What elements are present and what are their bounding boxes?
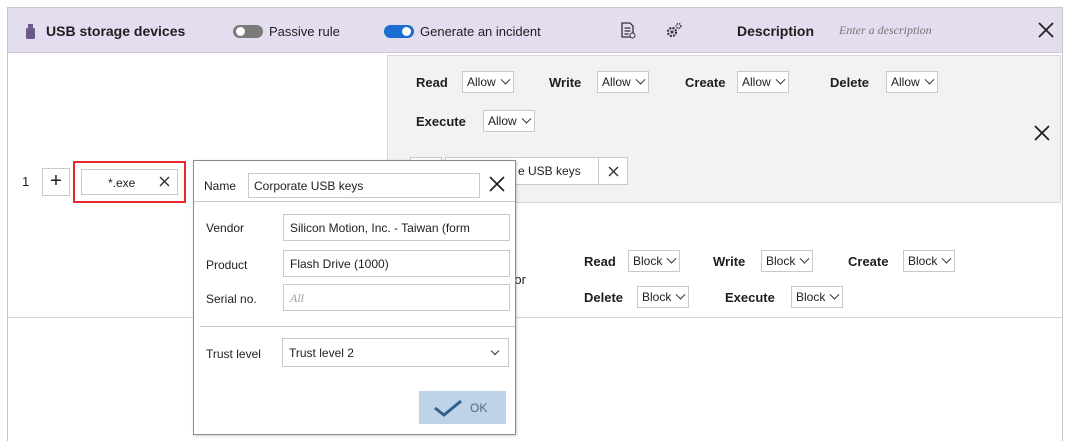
vendor-input[interactable]: Silicon Motion, Inc. - Taiwan (form	[283, 214, 510, 241]
rule-header: USB storage devices Passive rule Generat…	[8, 8, 1062, 53]
default-write-label: Write	[713, 254, 746, 269]
description-label: Description	[737, 23, 815, 39]
generate-incident-toggle[interactable]	[384, 25, 414, 38]
read-perm-label: Read	[416, 75, 448, 90]
write-perm-select[interactable]: Allow	[597, 71, 649, 93]
popup-name-label: Name	[204, 179, 237, 193]
create-perm-select[interactable]: Allow	[737, 71, 789, 93]
default-delete-label: Delete	[584, 290, 624, 305]
file-extension-chip[interactable]: *.exe	[81, 169, 178, 195]
write-perm-label: Write	[549, 75, 582, 90]
popup-name-input[interactable]: Corporate USB keys	[248, 173, 480, 198]
product-label: Product	[206, 258, 248, 272]
chevron-down-icon	[490, 346, 500, 356]
product-input[interactable]: Flash Drive (1000)	[283, 250, 510, 277]
default-execute-label: Execute	[725, 290, 775, 305]
checkmark-icon	[434, 399, 462, 417]
delete-perm-select[interactable]: Allow	[886, 71, 938, 93]
default-read-label: Read	[584, 254, 616, 269]
highlighted-name-chip[interactable]: *.exe	[73, 161, 186, 203]
remove-extension-icon[interactable]	[159, 176, 170, 187]
default-execute-select[interactable]: Block	[791, 286, 844, 308]
device-remove-button[interactable]	[598, 157, 628, 185]
vendor-label: Vendor	[206, 221, 245, 235]
close-access-rule-icon[interactable]	[1034, 125, 1050, 141]
passive-rule-toggle[interactable]	[233, 25, 263, 38]
close-popup-icon[interactable]	[489, 176, 505, 192]
default-read-select[interactable]: Block	[628, 250, 681, 272]
close-rule-icon[interactable]	[1038, 22, 1054, 38]
file-extension-text: *.exe	[108, 176, 136, 190]
notes-icon[interactable]	[620, 22, 636, 39]
description-input[interactable]	[839, 18, 967, 42]
device-editor-popup: Name Corporate USB keys Vendor Silicon M…	[193, 160, 516, 435]
execute-perm-label: Execute	[416, 114, 466, 129]
popup-header-divider	[194, 201, 515, 202]
read-perm-select[interactable]: Allow	[462, 71, 514, 93]
rule-title: USB storage devices	[46, 23, 186, 39]
execute-perm-select[interactable]: Allow	[483, 110, 535, 132]
default-create-select[interactable]: Block	[903, 250, 956, 272]
serial-input[interactable]: All	[283, 284, 510, 311]
default-create-label: Create	[848, 254, 889, 269]
remove-device-icon	[608, 166, 619, 177]
row-separator	[8, 317, 1062, 318]
usb-drive-icon	[26, 24, 35, 39]
trust-level-label: Trust level	[206, 347, 261, 361]
ok-button[interactable]: OK	[419, 391, 506, 424]
passive-rule-label: Passive rule	[269, 24, 340, 39]
default-delete-select[interactable]: Block	[637, 286, 690, 308]
serial-label: Serial no.	[206, 292, 257, 306]
create-perm-label: Create	[685, 75, 726, 90]
generate-incident-label: Generate an incident	[420, 24, 541, 39]
add-row-button[interactable]: +	[42, 168, 70, 196]
default-write-select[interactable]: Block	[761, 250, 814, 272]
delete-perm-label: Delete	[830, 75, 870, 90]
popup-section-divider	[200, 326, 515, 327]
row-number: 1	[22, 174, 30, 189]
trust-level-select[interactable]: Trust level 2	[282, 338, 509, 367]
settings-gears-icon[interactable]	[666, 22, 682, 39]
